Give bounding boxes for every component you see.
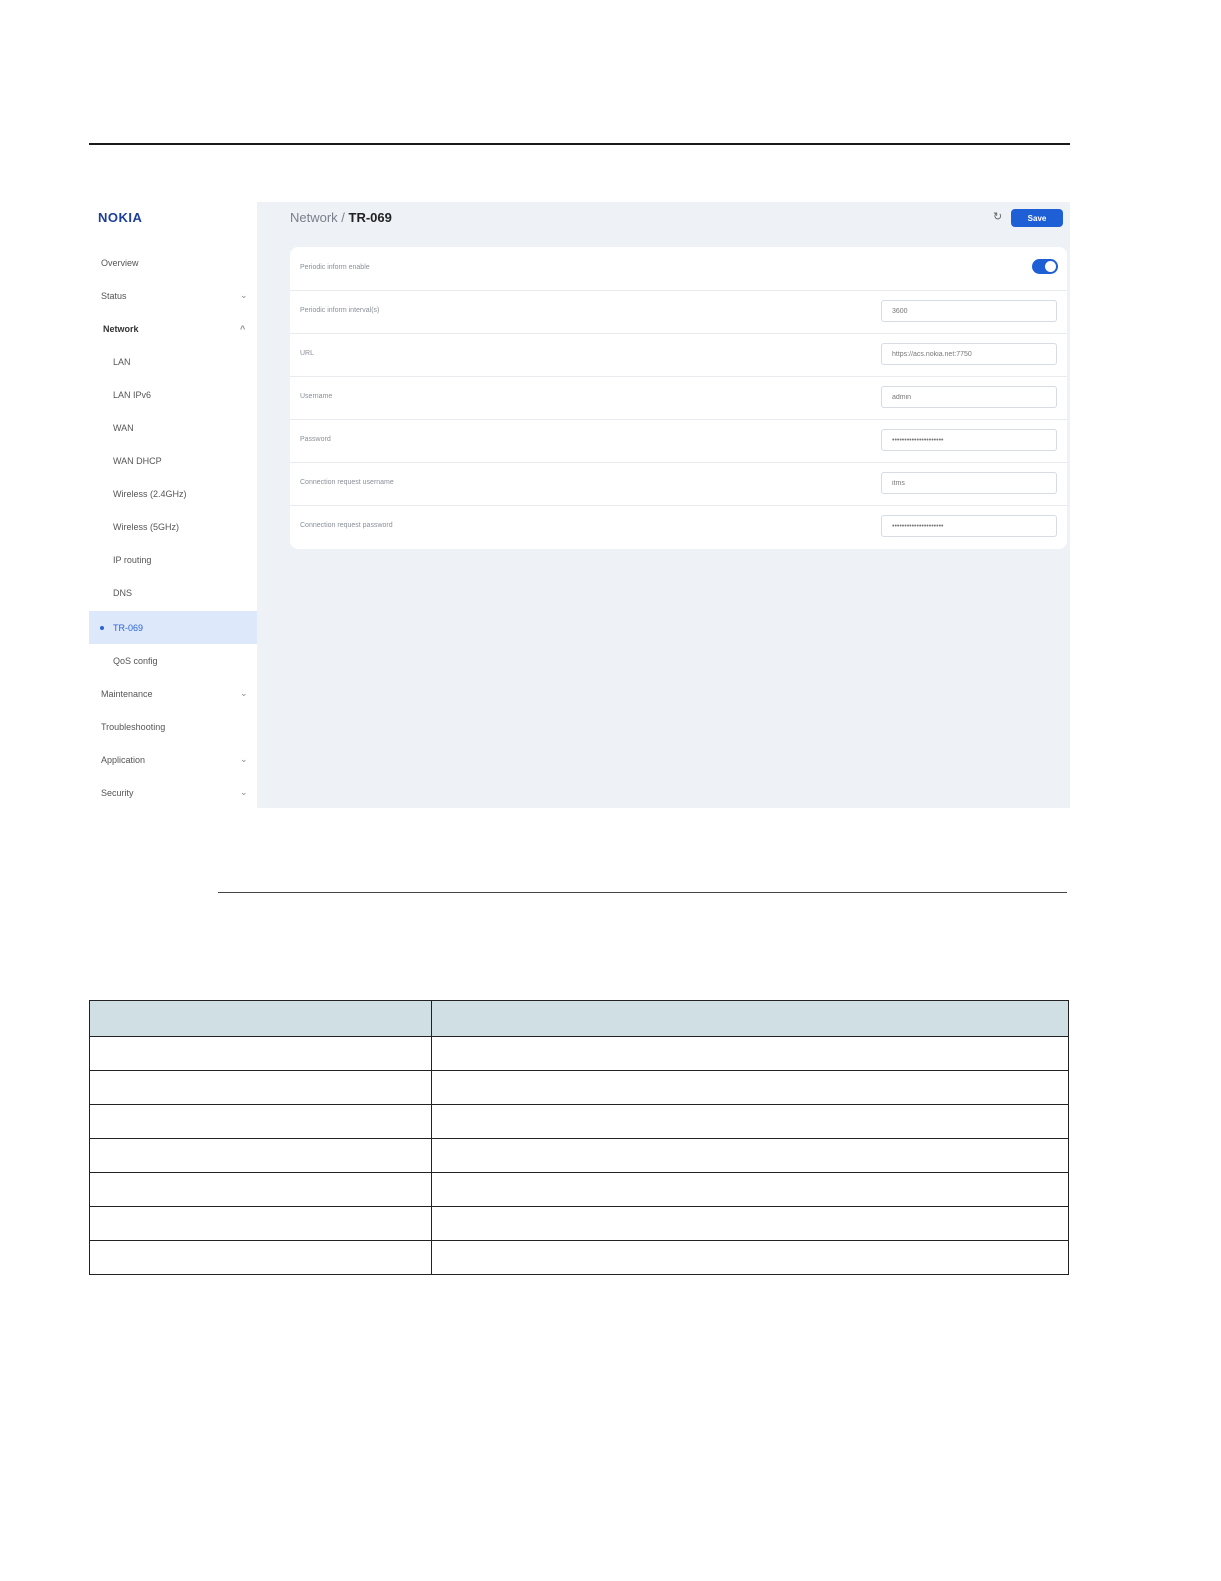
breadcrumb: Network / TR-069 xyxy=(290,210,392,225)
active-dot-icon xyxy=(100,625,104,630)
table-cell xyxy=(89,1172,432,1207)
sidebar-item-label: Wireless (5GHz) xyxy=(113,521,180,532)
table-cell xyxy=(431,1138,1069,1173)
sidebar-item-network[interactable]: Network ^ xyxy=(89,312,257,345)
breadcrumb-parent[interactable]: Network / xyxy=(290,210,349,225)
table-cell xyxy=(431,1070,1069,1105)
table-cell xyxy=(89,1240,432,1275)
form-row-periodic-enable: Periodic inform enable xyxy=(290,247,1067,291)
table-cell xyxy=(89,1036,432,1071)
section-rule xyxy=(218,892,1067,893)
sidebar-item-wan-dhcp[interactable]: WAN DHCP xyxy=(89,444,257,477)
table-row xyxy=(89,1104,1069,1139)
sidebar-item-status[interactable]: Status ⌄ xyxy=(89,279,257,312)
router-web-ui-screenshot: NOKIA Overview Status ⌄ Network ^ LAN LA… xyxy=(89,202,1070,808)
sidebar-item-wireless-24[interactable]: Wireless (2.4GHz) xyxy=(89,477,257,510)
table-cell xyxy=(89,1206,432,1241)
table-row xyxy=(89,1070,1069,1105)
url-input[interactable] xyxy=(881,343,1057,365)
chevron-up-icon: ^ xyxy=(240,323,246,334)
form-row-conn-username: Connection request username xyxy=(290,462,1067,506)
sidebar-item-label: Wireless (2.4GHz) xyxy=(113,488,187,499)
chevron-down-icon: ⌄ xyxy=(240,754,248,764)
table-row xyxy=(89,1206,1069,1241)
table-cell xyxy=(89,1138,432,1173)
field-label: Username xyxy=(300,393,333,400)
refresh-icon[interactable]: ↻ xyxy=(993,210,1002,223)
form-row-username: Username xyxy=(290,376,1067,420)
chevron-down-icon: ⌄ xyxy=(240,290,248,300)
table-cell xyxy=(431,1104,1069,1139)
sidebar-item-dns[interactable]: DNS xyxy=(89,576,257,609)
sidebar-item-label: LAN xyxy=(113,356,131,367)
save-button[interactable]: Save xyxy=(1011,209,1063,227)
sidebar-item-wireless-5[interactable]: Wireless (5GHz) xyxy=(89,510,257,543)
table-cell xyxy=(89,1070,432,1105)
table-cell xyxy=(431,1036,1069,1071)
sidebar-item-label: Overview xyxy=(101,257,139,268)
form-row-url: URL xyxy=(290,333,1067,377)
table-row xyxy=(89,1138,1069,1173)
table-cell xyxy=(431,1206,1069,1241)
password-input[interactable] xyxy=(881,429,1057,451)
sidebar-item-lan[interactable]: LAN xyxy=(89,345,257,378)
table-cell xyxy=(431,1172,1069,1207)
field-label: Periodic inform enable xyxy=(300,264,370,271)
sidebar-item-label: Status xyxy=(101,290,127,301)
chevron-down-icon: ⌄ xyxy=(240,787,248,797)
table-cell xyxy=(89,1104,432,1139)
field-label: Periodic inform interval(s) xyxy=(300,307,380,314)
table-row xyxy=(89,1172,1069,1207)
form-row-password: Password xyxy=(290,419,1067,463)
form-row-conn-password: Connection request password xyxy=(290,505,1067,548)
sidebar: NOKIA Overview Status ⌄ Network ^ LAN LA… xyxy=(89,202,257,808)
username-input[interactable] xyxy=(881,386,1057,408)
table-header-cell xyxy=(431,1000,1069,1037)
sidebar-item-overview[interactable]: Overview xyxy=(89,246,257,279)
sidebar-item-security[interactable]: Security ⌄ xyxy=(89,776,257,809)
table-row xyxy=(89,1240,1069,1275)
sidebar-item-troubleshooting[interactable]: Troubleshooting xyxy=(89,710,257,743)
sidebar-item-label: WAN xyxy=(113,422,134,433)
tr069-settings-card: Periodic inform enable Periodic inform i… xyxy=(290,247,1067,549)
connection-request-password-input[interactable] xyxy=(881,515,1057,537)
sidebar-item-label: WAN DHCP xyxy=(113,455,162,466)
form-row-interval: Periodic inform interval(s) xyxy=(290,290,1067,334)
connection-request-username-input[interactable] xyxy=(881,472,1057,494)
sidebar-item-ip-routing[interactable]: IP routing xyxy=(89,543,257,576)
field-label: Password xyxy=(300,436,331,443)
top-rule xyxy=(89,143,1070,145)
sidebar-item-label: LAN IPv6 xyxy=(113,389,152,400)
main-panel: Network / TR-069 ↻ Save Periodic inform … xyxy=(257,202,1070,808)
field-label: Connection request password xyxy=(300,522,393,529)
sidebar-item-label: DNS xyxy=(113,587,133,598)
sidebar-item-label: Network xyxy=(103,323,139,334)
sidebar-item-label: QoS config xyxy=(113,655,158,666)
sidebar-item-label: TR-069 xyxy=(113,622,144,633)
sidebar-item-label: Security xyxy=(101,787,134,798)
periodic-inform-toggle[interactable] xyxy=(1032,259,1058,274)
sidebar-item-qos-config[interactable]: QoS config xyxy=(89,644,257,677)
table-header-cell xyxy=(89,1000,432,1037)
sidebar-item-label: Application xyxy=(101,754,146,765)
nokia-logo: NOKIA xyxy=(98,210,143,225)
sidebar-item-maintenance[interactable]: Maintenance ⌄ xyxy=(89,677,257,710)
sidebar-item-label: Maintenance xyxy=(101,688,153,699)
field-label: Connection request username xyxy=(300,479,394,486)
chevron-down-icon: ⌄ xyxy=(240,688,248,698)
table-header-row xyxy=(89,1000,1069,1037)
field-label: URL xyxy=(300,350,315,357)
sidebar-item-wan[interactable]: WAN xyxy=(89,411,257,444)
periodic-interval-input[interactable] xyxy=(881,300,1057,322)
sidebar-item-label: Troubleshooting xyxy=(101,721,166,732)
page-title: TR-069 xyxy=(348,210,392,225)
table-row xyxy=(89,1036,1069,1071)
parameter-table xyxy=(89,1000,1069,1275)
sidebar-item-tr069[interactable]: TR-069 xyxy=(89,611,257,644)
sidebar-item-lan-ipv6[interactable]: LAN IPv6 xyxy=(89,378,257,411)
sidebar-item-application[interactable]: Application ⌄ xyxy=(89,743,257,776)
toggle-knob xyxy=(1045,261,1056,272)
table-cell xyxy=(431,1240,1069,1275)
sidebar-item-label: IP routing xyxy=(113,554,152,565)
